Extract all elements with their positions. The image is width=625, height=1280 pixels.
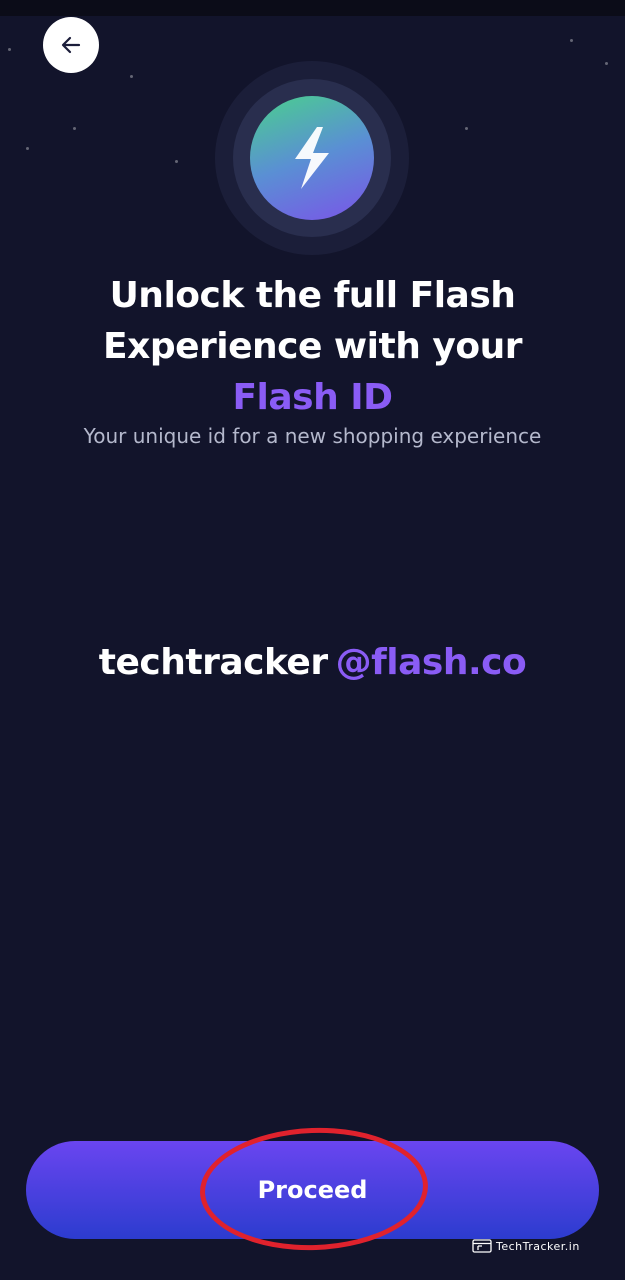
browser-window-icon	[472, 1239, 492, 1253]
watermark-text: TechTracker.in	[496, 1239, 580, 1253]
background-star	[570, 39, 573, 42]
background-star	[605, 62, 608, 65]
arrow-left-icon	[61, 36, 81, 54]
background-star	[26, 147, 29, 150]
status-bar	[0, 0, 625, 16]
watermark: TechTracker.in	[472, 1238, 580, 1254]
background-star	[175, 160, 178, 163]
background-star	[465, 127, 468, 130]
title-accent: Flash ID	[232, 377, 393, 418]
flash-logo-badge	[250, 96, 374, 220]
title-line-1: Unlock the full Flash	[109, 275, 516, 316]
page-subtitle: Your unique id for a new shopping experi…	[83, 424, 542, 448]
flash-id-display: techtracker @flash.co	[0, 642, 625, 683]
title-line-2: Experience with your	[103, 326, 522, 367]
background-star	[8, 48, 11, 51]
background-star	[73, 127, 76, 130]
back-button[interactable]	[43, 17, 99, 73]
lightning-bolt-icon	[295, 127, 329, 189]
page-title: Unlock the full Flash Experience with yo…	[0, 270, 625, 423]
flash-id-username: techtracker	[98, 642, 328, 683]
flash-id-domain: @flash.co	[335, 642, 527, 683]
background-star	[130, 75, 133, 78]
